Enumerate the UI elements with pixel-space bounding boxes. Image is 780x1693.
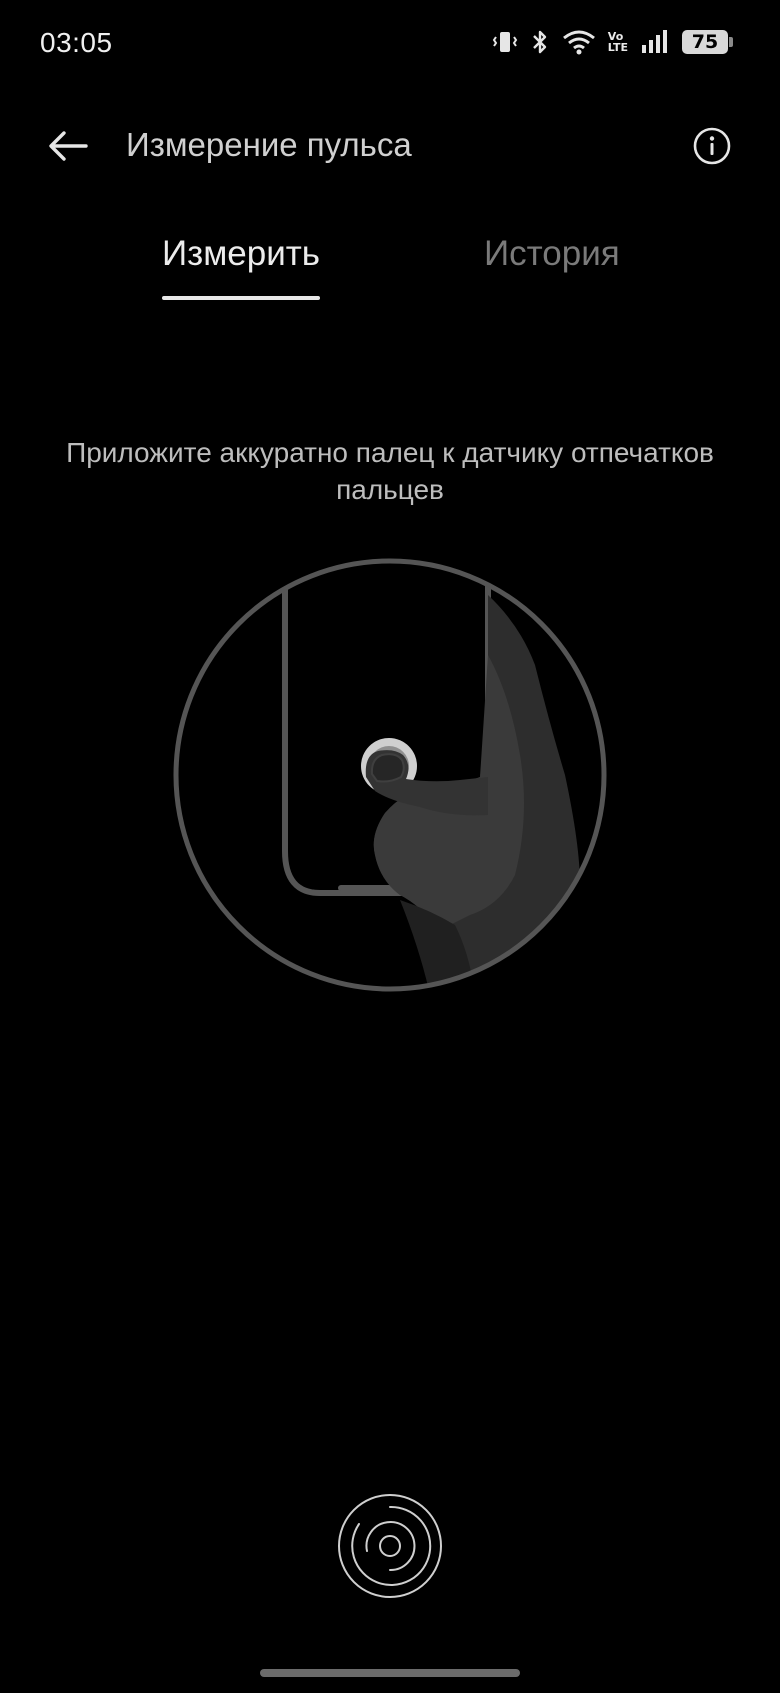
volte-label-bottom: LTE (607, 41, 628, 54)
page-title: Измерение пульса (126, 126, 412, 163)
tab-indicator (162, 296, 320, 300)
info-button[interactable] (692, 126, 732, 166)
gesture-navigation-bar[interactable] (260, 1669, 520, 1677)
wifi-icon (562, 29, 596, 55)
instruction-text: Приложите аккуратно палец к датчику отпе… (66, 437, 714, 505)
status-bar: 03:05 Vo LTE 75 (0, 0, 780, 92)
signal-icon (640, 29, 670, 55)
status-time: 03:05 (40, 27, 113, 58)
phone-finger-sensor-illustration (170, 555, 610, 995)
battery-icon: 75 (682, 30, 733, 54)
tab-bar: Измерить История (0, 226, 780, 302)
info-icon (693, 127, 731, 165)
bluetooth-icon (530, 28, 550, 56)
status-icons: Vo LTE 75 (492, 28, 733, 56)
vibrate-icon (492, 29, 518, 55)
tab-history[interactable]: История (484, 234, 620, 274)
back-button[interactable] (44, 124, 92, 168)
volte-icon: Vo LTE (608, 31, 628, 53)
fingerprint-sensor-icon (338, 1494, 442, 1598)
arrow-left-icon (49, 131, 88, 161)
battery-level: 75 (691, 31, 719, 53)
tab-measure[interactable]: Измерить (162, 234, 320, 274)
app-bar: Измерение пульса (0, 110, 780, 182)
fingerprint-sensor-button[interactable] (335, 1491, 445, 1601)
